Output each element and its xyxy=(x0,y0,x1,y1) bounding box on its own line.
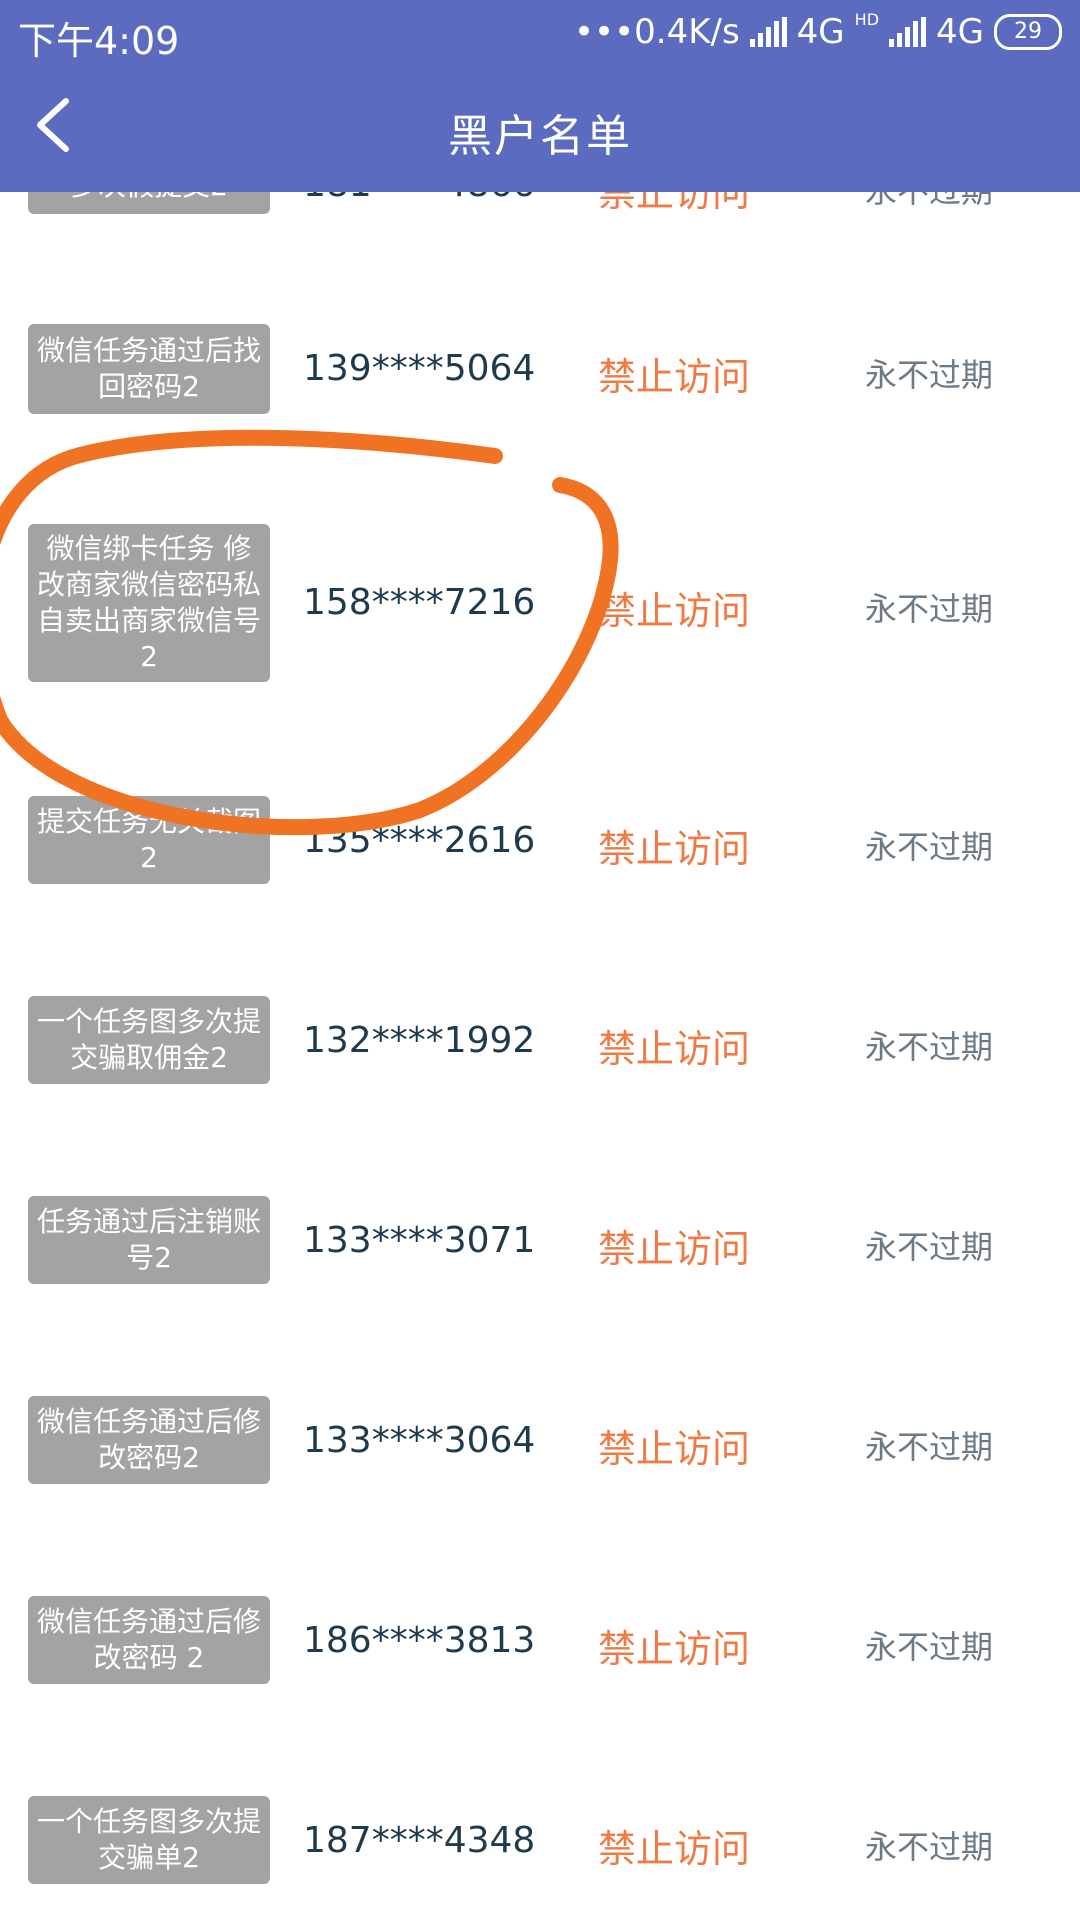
access-status: 禁止访问 xyxy=(598,1427,751,1471)
phone-number: 187****4348 xyxy=(303,1820,536,1861)
page-title: 黑户名单 xyxy=(448,111,632,162)
status-bar: 下午4:09 •••0.4K/s 4G HD 4G 29 xyxy=(0,0,1080,70)
expire-text: 永不过期 xyxy=(865,1028,994,1066)
phone-number: 132****1992 xyxy=(303,1020,536,1061)
status-time: 下午4:09 xyxy=(18,19,180,63)
reason-badge: 任务通过后注销账号2 xyxy=(28,1196,270,1284)
reason-badge: 微信任务通过后修改密码 2 xyxy=(28,1596,270,1684)
reason-badge: 一个任务图多次提交骗取佣金2 xyxy=(28,996,270,1084)
network-speed: •••0.4K/s xyxy=(573,12,740,52)
reason-badge: 微信任务通过后修改密码2 xyxy=(28,1396,270,1484)
expire-text: 永不过期 xyxy=(865,1428,994,1466)
phone-number: 158****7216 xyxy=(303,582,536,623)
phone-number: 133****3064 xyxy=(303,1420,536,1461)
blacklist: 多次假提交2 181****4866 禁止访问 永不过期 微信任务通过后找回密码… xyxy=(0,0,1080,1920)
network-type-1: 4G xyxy=(796,12,845,52)
expire-text: 永不过期 xyxy=(865,1228,994,1266)
phone-number: 133****3071 xyxy=(303,1220,536,1261)
battery-icon: 29 xyxy=(994,14,1062,50)
access-status: 禁止访问 xyxy=(598,1027,751,1071)
expire-text: 永不过期 xyxy=(865,1628,994,1666)
signal-icon xyxy=(749,17,787,47)
access-status: 禁止访问 xyxy=(598,827,751,871)
expire-text: 永不过期 xyxy=(865,828,994,866)
phone-number: 139****5064 xyxy=(303,348,536,389)
access-status: 禁止访问 xyxy=(598,1627,751,1671)
reason-badge: 提交任务无关截图2 xyxy=(28,796,270,884)
access-status: 禁止访问 xyxy=(598,355,751,399)
phone-number: 186****3813 xyxy=(303,1620,536,1661)
access-status: 禁止访问 xyxy=(598,589,751,633)
status-icons: •••0.4K/s 4G HD 4G 29 xyxy=(574,12,1062,52)
reason-badge: 微信任务通过后找回密码2 xyxy=(28,324,270,414)
expire-text: 永不过期 xyxy=(865,1828,994,1866)
access-status: 禁止访问 xyxy=(598,1827,751,1871)
phone-number: 135****2616 xyxy=(303,820,536,861)
expire-text: 永不过期 xyxy=(865,590,994,628)
access-status: 禁止访问 xyxy=(598,1227,751,1271)
hd-label: HD xyxy=(854,10,880,29)
expire-text: 永不过期 xyxy=(865,356,994,394)
network-type-2: 4G xyxy=(936,12,984,52)
signal-icon-2 xyxy=(889,17,927,47)
reason-badge: 一个任务图多次提交骗单2 xyxy=(28,1796,270,1884)
app-bar: 下午4:09 •••0.4K/s 4G HD 4G 29 黑户名单 xyxy=(0,0,1080,192)
reason-badge: 微信绑卡任务 修改商家微信密码私自卖出商家微信号 2 xyxy=(28,524,270,682)
